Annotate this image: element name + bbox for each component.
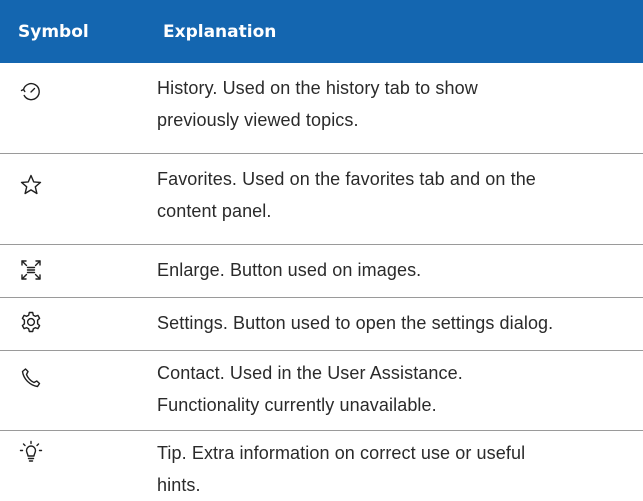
row-line: Functionality currently unavailable. (157, 395, 437, 415)
row-line: Contact. Used in the User Assistance. (157, 363, 463, 383)
row-line: Favorites. Used on the favorites tab and… (157, 169, 536, 189)
table-row: Favorites. Used on the favorites tab and… (0, 154, 643, 245)
row-text: Contact. Used in the User Assistance. Fu… (157, 357, 643, 421)
row-text: Tip. Extra information on correct use or… (157, 437, 643, 501)
row-text: Enlarge. Button used on images. (157, 254, 643, 286)
header-symbol: Symbol (18, 22, 89, 42)
header-explanation: Explanation (163, 22, 277, 42)
row-line: previously viewed topics. (157, 110, 359, 130)
table-row: Settings. Button used to open the settin… (0, 298, 643, 351)
table-row: History. Used on the history tab to show… (0, 63, 643, 154)
enlarge-icon (19, 258, 43, 282)
row-text: Settings. Button used to open the settin… (157, 307, 643, 339)
row-text: Favorites. Used on the favorites tab and… (157, 163, 643, 227)
table-row: Enlarge. Button used on images. (0, 245, 643, 298)
row-line: Settings. Button used to open the settin… (157, 313, 554, 333)
row-line: Enlarge. Button used on images. (157, 260, 422, 280)
lightbulb-icon (19, 440, 43, 464)
table-header: Symbol Explanation (0, 0, 643, 63)
table-row: Tip. Extra information on correct use or… (0, 431, 643, 497)
table-row: Contact. Used in the User Assistance. Fu… (0, 351, 643, 431)
history-icon (19, 80, 43, 104)
row-line: hints. (157, 475, 201, 495)
row-line: Tip. Extra information on correct use or… (157, 443, 526, 463)
gear-icon (19, 310, 43, 334)
star-icon (19, 173, 43, 197)
phone-icon (19, 366, 43, 390)
symbol-table: Symbol Explanation History. Used on the … (0, 0, 643, 497)
row-text: History. Used on the history tab to show… (157, 72, 643, 136)
row-line: content panel. (157, 201, 272, 221)
row-line: History. Used on the history tab to show (157, 78, 478, 98)
